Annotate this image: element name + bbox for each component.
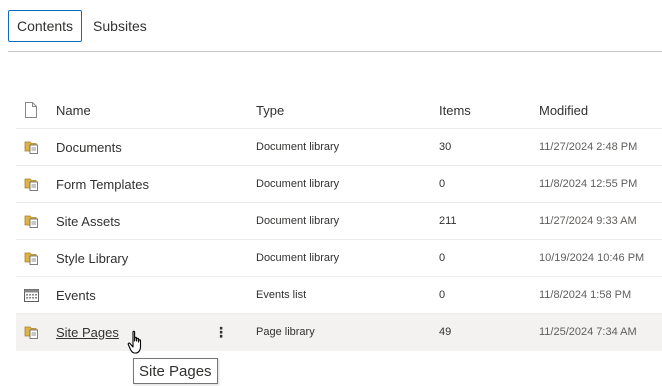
row-items: 0 [439,178,446,190]
row-name[interactable]: Site Assets [56,203,120,239]
file-type-header-icon[interactable] [24,92,40,128]
more-options-icon[interactable]: ⋮ [214,314,228,350]
row-name-link[interactable]: Site Assets [56,214,120,229]
row-items: 30 [439,141,452,153]
tooltip: Site Pages [133,358,218,384]
row-modified: 10/19/2024 10:46 PM [539,252,645,264]
tab-subsites[interactable]: Subsites [93,10,147,42]
row-type: Document library [256,215,340,227]
library-icon [24,240,40,276]
tab-contents[interactable]: Contents [8,10,83,42]
table-header-row: Name Type Items Modified [16,92,662,129]
library-icon [24,129,40,165]
row-modified: 11/27/2024 9:33 AM [539,215,637,227]
column-header-type[interactable]: Type [256,92,284,128]
contents-table: Name Type Items Modified Documents Docum… [16,92,662,351]
table-row[interactable]: Form Templates Document library 0 11/8/2… [16,166,662,203]
column-header-items[interactable]: Items [439,92,471,128]
library-icon [24,166,40,202]
table-row[interactable]: Site Pages ⋮ Page library 49 11/25/2024 … [16,314,662,351]
row-name[interactable]: Events [56,277,96,313]
row-type: Document library [256,178,340,190]
row-modified: 11/8/2024 1:58 PM [539,289,632,301]
column-header-modified[interactable]: Modified [539,92,588,128]
row-name-link[interactable]: Events [56,288,96,303]
row-name[interactable]: Form Templates [56,166,149,202]
row-type: Document library [256,141,340,153]
row-items: 0 [439,252,446,264]
table-row[interactable]: Documents Document library 30 11/27/2024… [16,129,662,166]
column-header-name[interactable]: Name [56,92,91,128]
calendar-list-icon [24,277,40,313]
row-items: 49 [439,326,452,338]
row-name[interactable]: Documents [56,129,122,165]
row-type: Page library [256,326,315,338]
row-name-link[interactable]: Form Templates [56,177,149,192]
row-type: Events list [256,289,307,301]
row-name-link[interactable]: Documents [56,140,122,155]
table-row[interactable]: Events Events list 0 11/8/2024 1:58 PM [16,277,662,314]
table-row[interactable]: Style Library Document library 0 10/19/2… [16,240,662,277]
row-items: 211 [439,215,457,227]
row-type: Document library [256,252,340,264]
row-name[interactable]: Site Pages [56,314,119,350]
table-row[interactable]: Site Assets Document library 211 11/27/2… [16,203,662,240]
tab-bar: Contents Subsites [8,10,147,42]
hand-pointer-icon [127,330,142,354]
library-icon [24,203,40,239]
row-name-link[interactable]: Site Pages [56,325,119,340]
row-items: 0 [439,289,446,301]
row-name-link[interactable]: Style Library [56,251,128,266]
row-modified: 11/8/2024 12:55 PM [539,178,638,190]
row-modified: 11/25/2024 7:34 AM [539,326,637,338]
tabs-divider [8,51,662,52]
row-modified: 11/27/2024 2:48 PM [539,141,638,153]
row-name[interactable]: Style Library [56,240,128,276]
library-icon [24,314,40,350]
